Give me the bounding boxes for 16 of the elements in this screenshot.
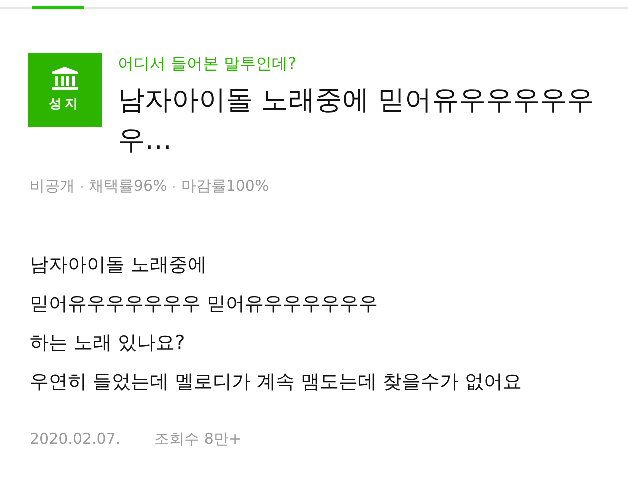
- view-count: 조회수 8만+: [154, 430, 242, 449]
- body-text: 우연히 들었는데 멜로디가 계속 맴도는데 찾을수가 없어요: [30, 370, 524, 395]
- post-date: 2020.02.07.: [30, 430, 121, 449]
- body-text: 하는 노래 있나요?: [30, 331, 186, 356]
- body-text: 남자아이돌 노래중에: [30, 253, 208, 278]
- separator-dot: [81, 186, 83, 188]
- meta-info: 비공개: [30, 177, 75, 196]
- separator-dot: [173, 186, 176, 188]
- temple-icon: [52, 67, 78, 91]
- body-text: 믿어유우우우우우우 믿어유우우우우우우: [30, 292, 380, 317]
- badge-label: 성지: [49, 96, 81, 113]
- tab-indicator: [32, 6, 84, 9]
- category-title: 어디서 들어본 말투인데?: [118, 53, 298, 75]
- meta-info: 마감률100%: [181, 177, 270, 196]
- question-title: 남자아이돌 노래중에 믿어유우우우우우우…: [118, 84, 596, 158]
- meta-info: 채택률96%: [89, 177, 168, 196]
